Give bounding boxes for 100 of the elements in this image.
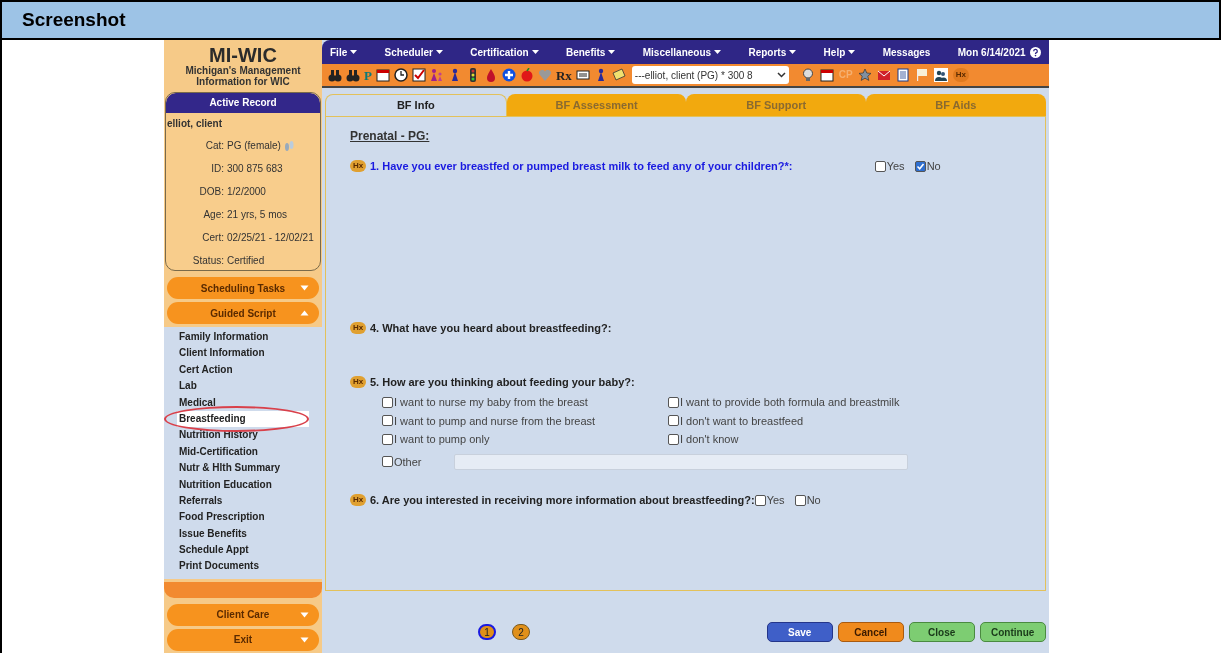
- history-badge[interactable]: Hx: [350, 322, 366, 334]
- nav-item[interactable]: Print Documents: [177, 558, 309, 575]
- question-text: 6. Are you interested in receiving more information about breastfeeding?:: [370, 492, 755, 508]
- caret-down-icon: [435, 50, 443, 54]
- field-label: Status:: [191, 254, 224, 268]
- client-select[interactable]: ---elliot, client (PG) * 300 8: [631, 66, 789, 84]
- section-button[interactable]: Exit: [167, 628, 319, 651]
- note-icon[interactable]: [611, 68, 626, 82]
- checkbox[interactable]: [874, 160, 886, 172]
- checkbox[interactable]: [794, 494, 806, 506]
- bulb-icon[interactable]: [800, 68, 815, 82]
- checkbox[interactable]: [668, 396, 679, 408]
- checkbox-icon[interactable]: [411, 68, 426, 82]
- mail-icon[interactable]: [876, 68, 891, 82]
- history-badge[interactable]: Hx: [350, 376, 366, 388]
- checkbox[interactable]: [914, 160, 926, 172]
- plus-icon[interactable]: [501, 68, 516, 82]
- nav-item[interactable]: Lab: [177, 378, 309, 395]
- caret-down-icon: [714, 50, 722, 54]
- action-button[interactable]: Save: [766, 622, 833, 642]
- field-label: Age:: [202, 208, 224, 222]
- checkbox[interactable]: [382, 396, 393, 408]
- other-text-field[interactable]: [454, 453, 908, 470]
- caret-down-icon: [300, 611, 309, 618]
- card-icon[interactable]: [575, 68, 590, 82]
- menu-item[interactable]: Certification: [470, 44, 539, 60]
- checkbox[interactable]: [382, 433, 393, 445]
- nav-item[interactable]: Nutr & Hlth Summary: [177, 460, 309, 477]
- option-label: Yes: [886, 158, 905, 174]
- nav-item[interactable]: Food Prescription: [177, 509, 309, 526]
- option-label: I want to pump only: [394, 432, 490, 447]
- card-header: Active Record: [166, 93, 320, 113]
- caret-down-icon: [300, 285, 309, 291]
- checkbox[interactable]: [382, 415, 393, 427]
- checkbox[interactable]: [382, 456, 393, 468]
- chevron-icon: [776, 72, 786, 78]
- star-icon[interactable]: [857, 68, 872, 82]
- history-badge[interactable]: Hx: [350, 494, 366, 506]
- menu-item[interactable]: Scheduler: [384, 44, 443, 60]
- checkbox[interactable]: [668, 415, 679, 427]
- nav-item[interactable]: Mid-Certification: [177, 443, 309, 461]
- action-button[interactable]: Close: [908, 622, 975, 642]
- people-icon[interactable]: [933, 68, 948, 82]
- nav-item[interactable]: Schedule Appt: [177, 542, 309, 559]
- action-button[interactable]: Cancel: [837, 622, 904, 642]
- nav-item[interactable]: Nutrition Education: [177, 476, 309, 493]
- option-label: No: [926, 158, 941, 174]
- question-text: 5. How are you thinking about feeding your baby?:: [370, 374, 635, 390]
- field-label: DOB:: [198, 185, 224, 199]
- menu-item[interactable]: Help: [823, 44, 856, 60]
- caret-up-icon: [300, 310, 309, 316]
- section-button[interactable]: Scheduling Tasks: [167, 277, 319, 299]
- menu-item[interactable]: Benefits: [565, 44, 616, 60]
- field-label: Cert:: [201, 231, 224, 245]
- question-text: 4. What have you heard about breastfeeding?:: [370, 320, 612, 336]
- menu-item[interactable]: Miscellaneous: [642, 44, 722, 60]
- caret-down-icon: [789, 50, 797, 54]
- page-button[interactable]: 2: [512, 624, 530, 640]
- tab[interactable]: BF Info: [325, 94, 507, 116]
- history-badge[interactable]: Hx: [350, 160, 366, 172]
- history-badge[interactable]: Hx: [952, 68, 969, 82]
- page-button[interactable]: 1: [478, 624, 496, 640]
- option-label: I want to pump and nurse from the breast: [394, 413, 596, 429]
- menu-item[interactable]: Messages: [882, 44, 931, 60]
- section-button[interactable]: Guided Script: [167, 302, 319, 324]
- document-icon[interactable]: [895, 68, 910, 82]
- caret-down-icon: [300, 636, 309, 643]
- footprints-icon: [283, 139, 294, 152]
- option-label: I want to provide both formula and breastmilk: [680, 395, 900, 410]
- field-value: 21 yrs, 5 mos: [227, 208, 288, 222]
- binoculars-icon[interactable]: [346, 68, 360, 82]
- action-button[interactable]: Continue: [979, 622, 1046, 642]
- client-name: elliot, client: [166, 117, 223, 131]
- calendar-icon[interactable]: [375, 68, 390, 82]
- nav-item[interactable]: Client Information: [177, 345, 309, 362]
- nav-item[interactable]: Breastfeeding: [177, 410, 309, 428]
- option-label: No: [806, 492, 821, 508]
- nav-item[interactable]: Nutrition History: [177, 427, 309, 444]
- clock-icon[interactable]: [393, 68, 408, 82]
- family-icon[interactable]: [429, 68, 444, 82]
- section-button[interactable]: Client Care: [167, 603, 319, 626]
- menu-item[interactable]: Reports: [748, 44, 797, 60]
- date-text: Mon 6/14/2021: [957, 45, 1026, 60]
- caret-down-icon: [531, 50, 539, 54]
- menu-item[interactable]: File: [330, 44, 358, 60]
- nav-item[interactable]: Issue Benefits: [177, 525, 309, 543]
- checkbox[interactable]: [754, 494, 766, 506]
- letter-icon[interactable]: Rx: [555, 68, 572, 82]
- nav-item[interactable]: Cert Action: [177, 361, 309, 379]
- nav-item[interactable]: Family Information: [177, 329, 309, 346]
- checkbox[interactable]: [668, 433, 679, 445]
- calendar-icon[interactable]: [819, 68, 834, 82]
- nav-item[interactable]: Referrals: [177, 492, 309, 510]
- caret-down-icon: [350, 50, 358, 54]
- field-value: Certified: [227, 254, 265, 268]
- field-label: Cat:: [204, 139, 224, 153]
- binoculars-icon[interactable]: [328, 68, 342, 82]
- field-value: PG (female): [227, 139, 281, 153]
- nav-item[interactable]: Medical: [177, 394, 309, 411]
- logo-title: MI-WIC: [209, 45, 277, 65]
